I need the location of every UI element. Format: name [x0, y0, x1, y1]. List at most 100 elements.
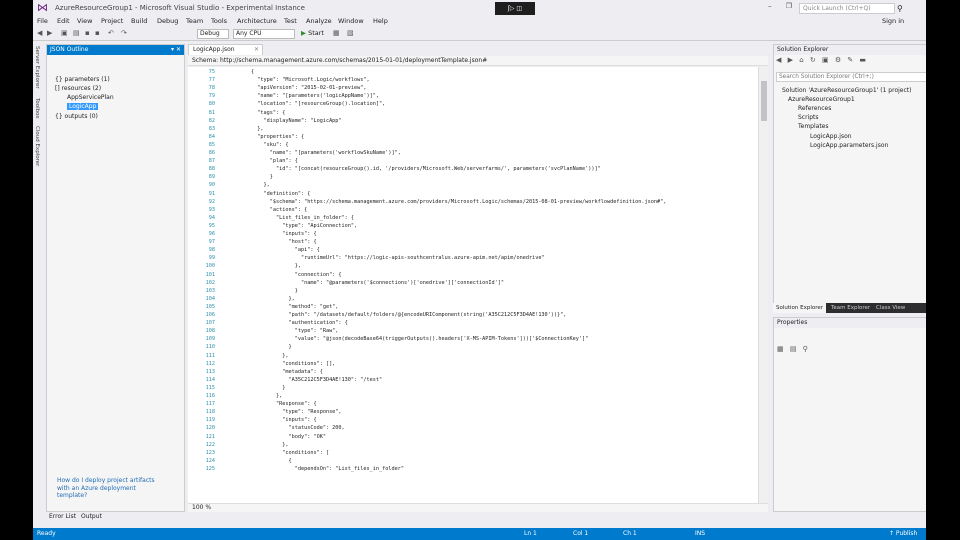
menu-help[interactable]: Help — [373, 17, 388, 25]
code-line[interactable]: }, — [226, 442, 288, 448]
tree-item-resources[interactable]: [] resources (2) — [55, 85, 101, 92]
code-line[interactable]: "metadata": { — [226, 369, 323, 375]
search-icon[interactable]: ⚲ — [897, 3, 907, 14]
menu-window[interactable]: Window — [338, 17, 364, 25]
code-line[interactable]: "definition": { — [226, 191, 310, 197]
code-line[interactable]: "type": "Response", — [226, 409, 341, 415]
open-icon[interactable]: ▤ — [73, 29, 80, 37]
cloud-explorer-tab[interactable]: Cloud Explorer — [34, 126, 40, 166]
code-line[interactable]: "conditions": [ — [226, 450, 329, 456]
code-line[interactable]: } — [226, 174, 273, 180]
code-line[interactable]: "apiVersion": "2015-02-01-preview", — [226, 85, 366, 91]
platform-select[interactable]: Any CPU — [233, 29, 295, 39]
code-line[interactable]: } — [226, 288, 298, 294]
deploy-help-link[interactable]: How do I deploy project artifacts with a… — [57, 477, 167, 500]
schema-bar[interactable]: Schema: http://schema.management.azure.c… — [188, 56, 768, 66]
config-select[interactable]: Debug — [197, 29, 229, 39]
code-line[interactable]: "plan": { — [226, 158, 298, 164]
code-line[interactable]: "inputs": { — [226, 231, 316, 237]
logicapp-parameters-node[interactable]: LogicApp.parameters.json — [810, 142, 888, 149]
bookmark-icon[interactable]: ▧ — [347, 29, 354, 37]
code-line[interactable]: "host": { — [226, 239, 316, 245]
menu-file[interactable]: File — [37, 17, 48, 25]
code-line[interactable]: }, — [226, 296, 294, 302]
code-line[interactable]: "authentication": { — [226, 320, 347, 326]
code-line[interactable]: "api": { — [226, 247, 320, 253]
save-icon[interactable]: ▪ — [85, 29, 90, 37]
code-line[interactable]: "name": "[parameters('logicAppName')]", — [226, 93, 379, 99]
menu-edit[interactable]: Edit — [57, 17, 70, 25]
scrollbar-thumb[interactable] — [761, 81, 767, 121]
code-line[interactable]: }, — [226, 393, 282, 399]
publish-button[interactable]: ↑ Publish — [889, 528, 917, 540]
toolbox-tab[interactable]: Toolbox — [34, 98, 40, 119]
tab-solution-explorer[interactable]: Solution Explorer — [773, 303, 827, 313]
code-line[interactable]: }, — [226, 126, 263, 132]
code-line[interactable]: "connection": { — [226, 272, 342, 278]
templates-node[interactable]: Templates — [798, 123, 829, 130]
code-line[interactable]: "type": "ApiConnection", — [226, 223, 357, 229]
forward-icon[interactable]: ▶ — [47, 29, 52, 37]
code-line[interactable]: }, — [226, 353, 288, 359]
sign-in-link[interactable]: Sign in — [882, 17, 904, 25]
scripts-node[interactable]: Scripts — [798, 114, 819, 121]
code-line[interactable]: }, — [226, 263, 301, 269]
code-line[interactable]: "method": "get", — [226, 304, 338, 310]
code-line[interactable]: "value": "@json(decodeBase64(triggerOutp… — [226, 336, 589, 342]
code-line[interactable]: "id": "[concat(resourceGroup().id, '/pro… — [226, 166, 601, 172]
code-line[interactable]: "$schema": "https://schema.management.az… — [226, 199, 667, 205]
code-line[interactable]: "location": "[resourceGroup().location]"… — [226, 101, 385, 107]
close-icon[interactable]: ✕ — [254, 45, 259, 55]
code-line[interactable]: "Response": { — [226, 401, 317, 407]
code-line[interactable]: "A35C212C5F3D4AE!130": "/test" — [226, 377, 382, 383]
tab-error-list[interactable]: Error List — [49, 513, 76, 520]
tab-team-explorer[interactable]: Team Explorer — [828, 303, 873, 313]
code-line[interactable]: "dependsOn": "List_files_in_folder" — [226, 466, 404, 472]
code-line[interactable]: "sku": { — [226, 142, 288, 148]
tree-item-appserviceplan[interactable]: AppServicePlan — [67, 94, 114, 101]
toolbar-tool-icon[interactable]: ▦ — [333, 29, 340, 37]
redo-icon[interactable]: ↷ — [121, 29, 127, 37]
menu-build[interactable]: Build — [131, 17, 147, 25]
code-line[interactable]: "statusCode": 200, — [226, 425, 344, 431]
undo-icon[interactable]: ↶ — [108, 29, 114, 37]
code-line[interactable]: "tags": { — [226, 110, 285, 116]
tab-class-view[interactable]: Class View — [873, 303, 908, 313]
menu-tools[interactable]: Tools — [211, 17, 227, 25]
tab-output[interactable]: Output — [81, 513, 102, 520]
menu-project[interactable]: Project — [101, 17, 123, 25]
code-line[interactable]: } — [226, 344, 291, 350]
code-line[interactable]: { — [226, 458, 291, 464]
code-line[interactable]: "type": "Microsoft.Logic/workflows", — [226, 77, 369, 83]
solution-node[interactable]: Solution 'AzureResourceGroup1' (1 projec… — [782, 87, 911, 94]
code-line[interactable]: } — [226, 385, 285, 391]
menu-analyze[interactable]: Analyze — [306, 17, 332, 25]
code-line[interactable]: "name": "@parameters('$connections')['on… — [226, 280, 504, 286]
code-line[interactable]: "name": "[parameters('workflowSkuName')]… — [226, 150, 401, 156]
references-node[interactable]: References — [798, 105, 831, 112]
start-button[interactable]: ▶ Start — [301, 29, 324, 37]
menu-architecture[interactable]: Architecture — [237, 17, 277, 25]
code-line[interactable]: }, — [226, 182, 269, 188]
zoom-level[interactable]: 100 % — [188, 503, 768, 512]
quick-launch-input[interactable]: Quick Launch (Ctrl+Q) — [799, 3, 895, 14]
menu-test[interactable]: Test — [284, 17, 297, 25]
code-editor[interactable]: 75 77 78 79 80 81 82 83 84 85 86 87 88 89 90 91 92 93 94 95… — [188, 67, 768, 503]
back-icon[interactable]: ◀ — [37, 29, 42, 37]
new-project-icon[interactable]: ▣ — [61, 29, 68, 37]
menu-team[interactable]: Team — [186, 17, 203, 25]
menu-debug[interactable]: Debug — [157, 17, 178, 25]
menu-view[interactable]: View — [77, 17, 92, 25]
tree-item-parameters[interactable]: {} parameters (1) — [55, 76, 110, 83]
code-line[interactable]: "displayName": "LogicApp" — [226, 118, 341, 124]
server-explorer-tab[interactable]: Server Explorer — [34, 46, 40, 89]
code-line[interactable]: "type": "Raw", — [226, 328, 339, 334]
notification-flag-icon[interactable]: ʃ▷ ◫ — [495, 2, 535, 15]
properties-toolbar-icons[interactable]: ▦ ▤ ⚲ — [777, 345, 810, 353]
tree-item-logicapp[interactable]: LogicApp — [67, 103, 99, 110]
vertical-scrollbar[interactable] — [758, 67, 768, 503]
project-node[interactable]: AzureResourceGroup1 — [788, 96, 855, 103]
code-line[interactable]: "properties": { — [226, 134, 304, 140]
logicapp-json-node[interactable]: LogicApp.json — [810, 133, 852, 140]
code-line[interactable]: "body": "OK" — [226, 434, 326, 440]
